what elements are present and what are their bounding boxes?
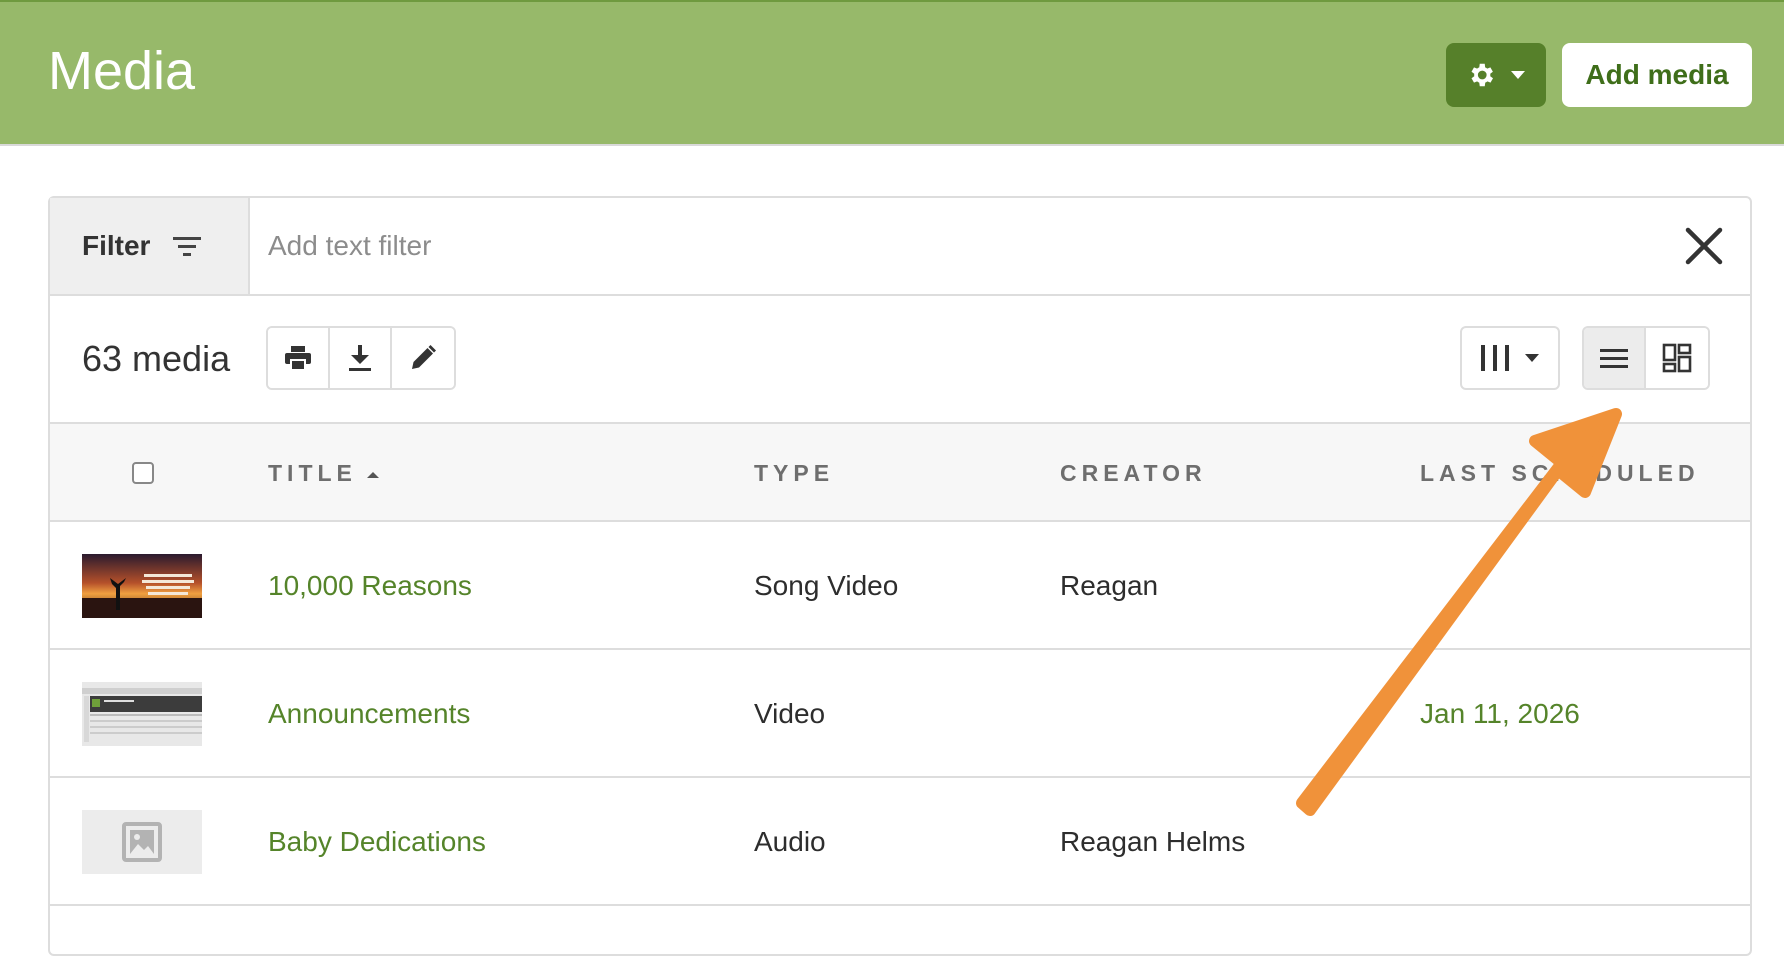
download-icon [349,345,371,371]
media-creator: Reagan Helms [1060,826,1246,857]
table-row[interactable]: Baby Dedications Audio Reagan Helms [50,778,1750,906]
media-thumbnail [82,554,202,618]
filter-button[interactable]: Filter [50,198,250,294]
print-button[interactable] [268,328,330,388]
filter-label: Filter [82,230,151,261]
image-placeholder-icon [82,810,202,874]
column-header-title[interactable]: TITLE [268,460,380,487]
table-row[interactable]: Announcements Video Jan 11, 2026 [50,650,1750,778]
filter-bar: Filter [50,198,1750,296]
media-title-link[interactable]: Announcements [268,698,470,730]
column-header-type[interactable]: TYPE [754,460,834,487]
gear-icon [1471,63,1493,87]
table-header: TITLE TYPE CREATOR LAST SCHEDULED [50,424,1750,522]
close-icon[interactable] [1682,224,1726,268]
text-filter-input[interactable] [252,198,1632,294]
filter-icon [173,237,202,256]
add-media-button[interactable]: Add media [1562,43,1752,107]
columns-icon [1481,345,1509,371]
list-view-button[interactable] [1584,328,1646,388]
page-header: Media Add media [0,0,1784,146]
print-icon [285,346,311,371]
column-header-last-scheduled[interactable]: LAST SCHEDULED [1420,460,1700,487]
media-thumbnail [82,682,202,746]
edit-button[interactable] [392,328,454,388]
table-toolbar: 63 media [50,296,1750,424]
caret-down-icon [1511,71,1525,79]
media-count: 63 media [82,338,231,379]
grid-view-icon [1662,343,1692,373]
edit-icon [412,345,436,369]
media-title-link[interactable]: 10,000 Reasons [268,570,472,602]
select-all-checkbox[interactable] [132,462,154,484]
action-button-group [266,326,456,390]
settings-menu-button[interactable] [1446,43,1546,107]
column-header-creator[interactable]: CREATOR [1060,460,1207,487]
media-title-link[interactable]: Baby Dedications [268,826,486,858]
media-panel: Filter 63 media [48,196,1752,956]
table-row[interactable]: 10,000 Reasons Song Video Reagan [50,522,1750,650]
grid-view-button[interactable] [1646,328,1708,388]
download-button[interactable] [330,328,392,388]
media-type: Song Video [754,570,899,601]
media-creator: Reagan [1060,570,1159,601]
list-view-icon [1600,349,1628,368]
media-last-scheduled: Jan 11, 2026 [1420,698,1580,729]
media-type: Video [754,698,826,729]
media-type: Audio [754,826,826,857]
page-title: Media [48,41,196,101]
columns-menu-button[interactable] [1460,326,1560,390]
caret-down-icon [1525,354,1539,362]
sort-asc-icon [367,471,380,478]
view-toggle-group [1582,326,1710,390]
